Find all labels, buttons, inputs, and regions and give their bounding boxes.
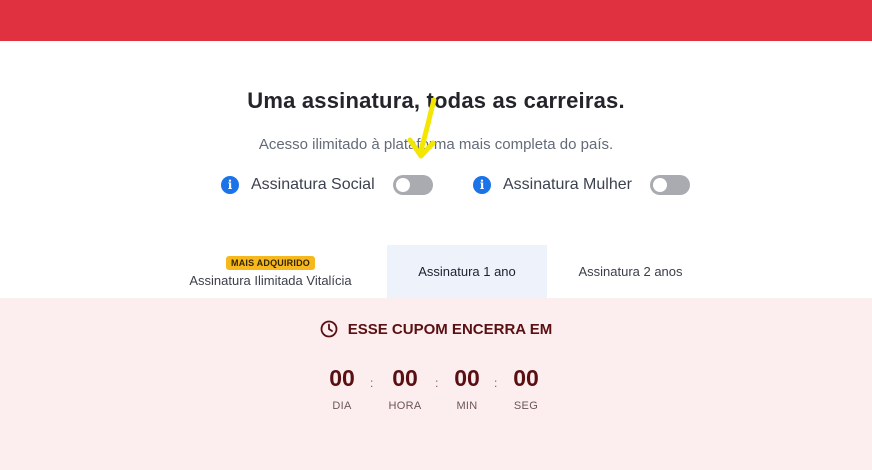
- coupon-title: ESSE CUPOM ENCERRA EM: [0, 320, 872, 338]
- countdown-days: 00 DIA: [312, 362, 372, 412]
- countdown-unit: MIN: [456, 400, 478, 412]
- info-icon[interactable]: i: [221, 176, 239, 194]
- top-header-bar: [0, 0, 872, 41]
- coupon-title-text: ESSE CUPOM ENCERRA EM: [347, 320, 553, 338]
- annotation-arrow-icon: [407, 97, 437, 159]
- tab-2-anos[interactable]: Assinatura 2 anos: [547, 245, 714, 298]
- toggle-label-social: Assinatura Social: [251, 176, 375, 193]
- tab-label: Assinatura 1 ano: [418, 264, 516, 279]
- mulher-toggle-switch[interactable]: [649, 175, 690, 195]
- social-toggle-switch[interactable]: [392, 175, 433, 195]
- countdown-minutes: 00 MIN: [437, 362, 497, 412]
- countdown-unit: DIA: [332, 400, 352, 412]
- countdown-value: 00: [392, 365, 418, 391]
- countdown-unit: SEG: [513, 400, 539, 412]
- toggle-assinatura-social: i Assinatura Social: [221, 173, 433, 197]
- countdown-value: 00: [454, 365, 480, 391]
- plan-tabs: MAIS ADQUIRIDO Assinatura Ilimitada Vita…: [154, 245, 714, 299]
- info-icon[interactable]: i: [473, 176, 491, 194]
- tab-1-ano[interactable]: Assinatura 1 ano: [387, 245, 547, 299]
- countdown-value: 00: [329, 365, 355, 391]
- countdown-hours: 00 HORA: [375, 362, 435, 412]
- coupon-countdown-section: ESSE CUPOM ENCERRA EM 00 DIA : 00 HORA :…: [0, 298, 872, 470]
- most-purchased-badge: MAIS ADQUIRIDO: [226, 255, 315, 270]
- countdown-value: 00: [513, 365, 539, 391]
- countdown-timer: 00 DIA : 00 HORA : 00 MIN : 00 SEG: [315, 362, 555, 422]
- tab-label: Assinatura Ilimitada Vitalícia: [189, 272, 352, 288]
- clock-icon: [320, 320, 338, 338]
- toggle-label-mulher: Assinatura Mulher: [503, 176, 632, 193]
- countdown-seconds: 00 SEG: [496, 362, 556, 412]
- tab-label: Assinatura 2 anos: [578, 264, 683, 279]
- toggle-assinatura-mulher: i Assinatura Mulher: [473, 173, 690, 197]
- tab-vitalicia[interactable]: MAIS ADQUIRIDO Assinatura Ilimitada Vita…: [154, 245, 387, 298]
- countdown-separator: :: [370, 376, 374, 390]
- countdown-unit: HORA: [388, 400, 422, 412]
